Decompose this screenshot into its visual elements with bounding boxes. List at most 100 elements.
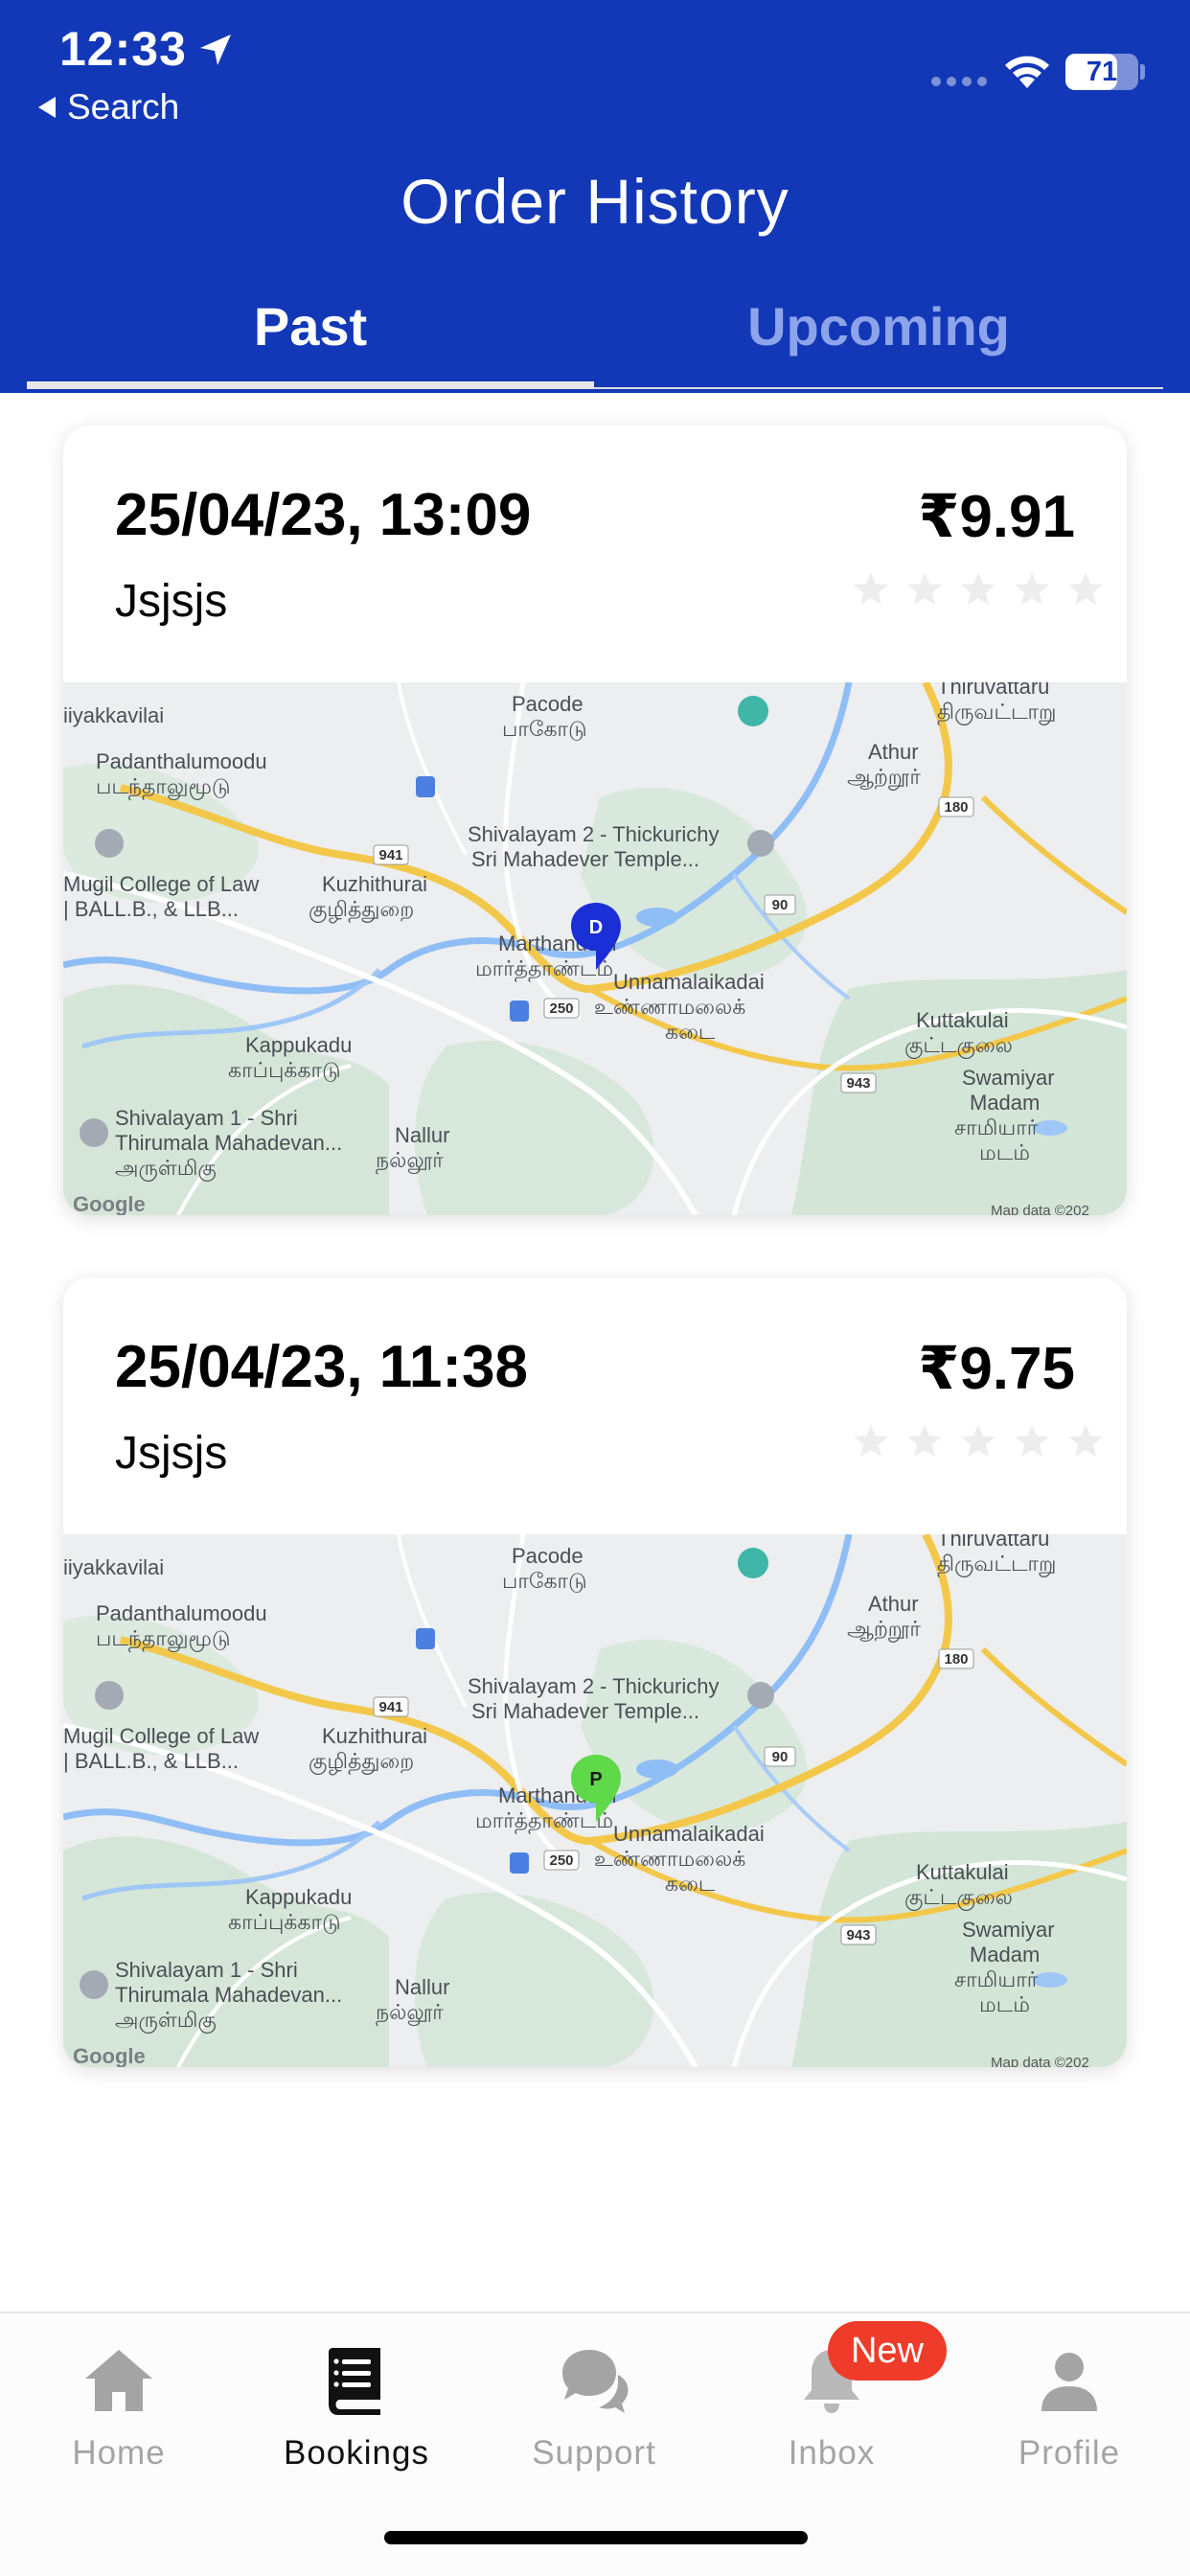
tab-divider xyxy=(594,387,1163,389)
svg-text:Kuzhithurai: Kuzhithurai xyxy=(322,872,427,896)
svg-text:காப்புக்காடு: காப்புக்காடு xyxy=(228,1910,341,1934)
svg-text:அருள்மிகு: அருள்மிகு xyxy=(115,1156,217,1182)
back-label: Search xyxy=(67,87,180,126)
rating-stars[interactable] xyxy=(851,569,1106,610)
star-icon[interactable] xyxy=(904,569,945,610)
order-datetime: 25/04/23, 11:38 xyxy=(115,1334,528,1400)
battery-icon: 71 xyxy=(1065,54,1138,90)
nav-label: Support xyxy=(532,2434,656,2472)
svg-text:P: P xyxy=(589,1769,602,1790)
order-card[interactable]: 25/04/23, 13:09 ₹9.91 Jsjsjs 941 250 90 … xyxy=(63,426,1127,1215)
svg-text:Thirumala Mahadevan...: Thirumala Mahadevan... xyxy=(115,1983,342,2007)
svg-text:மடம்: மடம் xyxy=(979,1992,1030,2016)
svg-text:குட்டகுலை: குட்டகுலை xyxy=(904,1885,1013,1911)
nav-bookings[interactable]: Bookings xyxy=(261,2342,452,2472)
svg-text:திருவட்டாறு: திருவட்டாறு xyxy=(937,1552,1056,1577)
svg-text:காப்புக்காடு: காப்புக்காடு xyxy=(228,1058,341,1082)
svg-text:Pacode: Pacode xyxy=(512,692,584,716)
svg-text:கடை: கடை xyxy=(665,1020,716,1044)
svg-text:Sri Mahadever Temple...: Sri Mahadever Temple... xyxy=(471,1699,699,1723)
svg-text:ஆற்றூர்: ஆற்றூர் xyxy=(847,1617,921,1643)
svg-text:மடம்: மடம் xyxy=(979,1140,1030,1164)
star-icon[interactable] xyxy=(1065,1421,1106,1461)
svg-text:Shivalayam 2 - Thickurichy: Shivalayam 2 - Thickurichy xyxy=(468,1674,719,1698)
svg-text:Madam: Madam xyxy=(970,1091,1040,1115)
svg-text:படந்தாலுமூடு: படந்தாலுமூடு xyxy=(96,774,231,800)
svg-text:Swamiyar: Swamiyar xyxy=(962,1918,1055,1942)
tab-upcoming[interactable]: Upcoming xyxy=(594,295,1163,357)
svg-text:D: D xyxy=(589,917,603,938)
inbox-new-badge: New xyxy=(828,2321,947,2380)
page-title: Order History xyxy=(400,166,790,237)
order-card[interactable]: 25/04/23, 11:38 ₹9.75 Jsjsjs 941 250 90 … xyxy=(63,1277,1127,2067)
svg-text:பாகோடு: பாகோடு xyxy=(502,717,587,741)
svg-text:சாமியார்: சாமியார் xyxy=(954,1967,1039,1991)
svg-text:Nallur: Nallur xyxy=(395,1123,449,1147)
svg-text:90: 90 xyxy=(772,1749,789,1765)
svg-text:ஆற்றூர்: ஆற்றூர் xyxy=(847,765,921,791)
svg-text:iiyakkavilai: iiyakkavilai xyxy=(63,1555,164,1579)
star-icon[interactable] xyxy=(851,1421,891,1461)
svg-text:Athur: Athur xyxy=(868,1592,919,1616)
support-icon xyxy=(562,2350,629,2413)
svg-text:Unnamalaikadai: Unnamalaikadai xyxy=(613,970,765,994)
star-icon[interactable] xyxy=(1065,569,1106,610)
order-datetime: 25/04/23, 13:09 xyxy=(115,482,532,548)
svg-text:குழித்துறை: குழித்துறை xyxy=(309,897,414,923)
order-price: ₹9.75 xyxy=(918,1336,1075,1402)
svg-text:180: 180 xyxy=(944,799,968,816)
svg-text:Kappukadu: Kappukadu xyxy=(245,1885,352,1909)
star-icon[interactable] xyxy=(1012,569,1052,610)
battery-cap xyxy=(1140,64,1145,80)
svg-text:நல்லூர்: நல்லூர் xyxy=(376,1148,444,1174)
svg-text:943: 943 xyxy=(846,1075,870,1092)
svg-text:Swamiyar: Swamiyar xyxy=(962,1066,1055,1090)
tab-active-indicator xyxy=(27,381,594,389)
svg-text:Shivalayam 1 - Shri: Shivalayam 1 - Shri xyxy=(115,1106,298,1130)
svg-text:உண்ணாமலைக்: உண்ணாமலைக் xyxy=(594,1847,745,1871)
map-canvas: 941 250 90 180 943 iiyakkavilai Padantha… xyxy=(63,1534,1127,2067)
nav-profile[interactable]: Profile xyxy=(973,2342,1165,2472)
home-indicator[interactable] xyxy=(384,2531,808,2544)
svg-text:உண்ணாமலைக்: உண்ணாமலைக் xyxy=(594,995,745,1019)
svg-text:| BALL.B., & LLB...: | BALL.B., & LLB... xyxy=(63,897,239,921)
tab-past[interactable]: Past xyxy=(27,295,594,357)
star-icon[interactable] xyxy=(958,1421,998,1461)
svg-text:Thiruvattaru: Thiruvattaru xyxy=(937,682,1049,699)
nav-label: Profile xyxy=(1018,2434,1121,2472)
nav-support[interactable]: Support xyxy=(498,2342,690,2472)
nav-home[interactable]: Home xyxy=(23,2342,215,2472)
svg-text:Kuttakulai: Kuttakulai xyxy=(916,1008,1009,1032)
star-icon[interactable] xyxy=(958,569,998,610)
svg-text:Mugil College of Law: Mugil College of Law xyxy=(63,872,259,896)
rating-stars[interactable] xyxy=(851,1421,1106,1461)
route-map[interactable]: 941 250 90 180 943 iiyakkavilai Padantha… xyxy=(63,1534,1127,2067)
svg-text:மார்த்தாண்டம்: மார்த்தாண்டம் xyxy=(475,956,613,982)
star-icon[interactable] xyxy=(1012,1421,1052,1461)
order-name: Jsjsjs xyxy=(115,576,228,627)
star-icon[interactable] xyxy=(851,569,891,610)
star-icon[interactable] xyxy=(904,1421,945,1461)
svg-text:திருவட்டாறு: திருவட்டாறு xyxy=(937,700,1056,725)
home-icon xyxy=(85,2350,152,2411)
svg-text:Nallur: Nallur xyxy=(395,1975,449,1999)
svg-text:Map data ©202: Map data ©202 xyxy=(991,1203,1089,1215)
svg-text:Mugil College of Law: Mugil College of Law xyxy=(63,1724,259,1748)
svg-text:குட்டகுலை: குட்டகுலை xyxy=(904,1033,1013,1059)
map-canvas: 941 250 90 180 943 iiyakkavilai Padantha… xyxy=(63,682,1127,1215)
svg-text:Shivalayam 1 - Shri: Shivalayam 1 - Shri xyxy=(115,1958,298,1982)
svg-text:Padanthalumoodu: Padanthalumoodu xyxy=(96,1601,267,1625)
svg-text:Map data ©202: Map data ©202 xyxy=(991,2055,1089,2067)
svg-text:Pacode: Pacode xyxy=(512,1544,584,1568)
app-screen: 12:33 Search 71 Order History Past Upcom… xyxy=(0,0,1190,2576)
svg-text:அருள்மிகு: அருள்மிகு xyxy=(115,2008,217,2034)
svg-text:Madam: Madam xyxy=(970,1943,1040,1966)
svg-text:படந்தாலுமூடு: படந்தாலுமூடு xyxy=(96,1626,231,1652)
svg-text:குழித்துறை: குழித்துறை xyxy=(309,1749,414,1775)
route-map[interactable]: 941 250 90 180 943 iiyakkavilai Padantha… xyxy=(63,682,1127,1215)
back-to-search-button[interactable]: Search xyxy=(38,86,179,128)
location-arrow-icon xyxy=(200,34,231,65)
svg-text:Google: Google xyxy=(73,1192,146,1215)
svg-text:மார்த்தாண்டம்: மார்த்தாண்டம் xyxy=(475,1808,613,1834)
header: 12:33 Search 71 Order History Past Upcom… xyxy=(0,0,1190,393)
